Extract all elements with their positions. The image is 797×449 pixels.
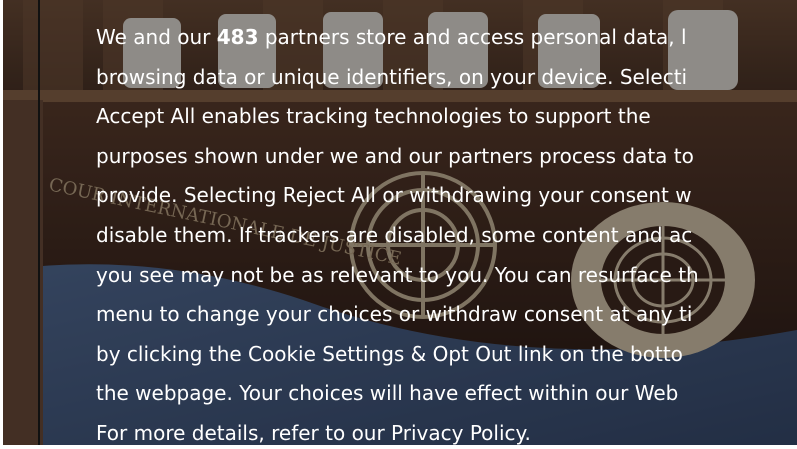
page: COUR INTERNATIONALE DE JUSTICE We and ou… xyxy=(0,0,797,449)
vertical-divider xyxy=(38,0,40,449)
consent-line-11-privacy[interactable]: For more details, refer to our Privacy P… xyxy=(96,414,797,449)
consent-line-3: Accept All enables tracking technologies… xyxy=(96,104,651,129)
consent-line-8: menu to change your choices or withdraw … xyxy=(96,302,693,327)
bottom-edge xyxy=(0,445,797,449)
consent-line-2: browsing data or unique identifiers, on … xyxy=(96,64,688,89)
consent-line-10: the webpage. Your choices will have effe… xyxy=(96,381,679,406)
consent-notice-text: We and our 483 partners store and access… xyxy=(96,18,797,449)
consent-line-9[interactable]: by clicking the Cookie Settings & Opt Ou… xyxy=(96,335,797,375)
consent-line-7: you see may not be as relevant to you. Y… xyxy=(96,262,699,287)
consent-line-5: provide. Selecting Reject All or withdra… xyxy=(96,183,692,208)
consent-line-4: purposes shown under we and our partners… xyxy=(96,143,694,168)
consent-line-6: disable them. If trackers are disabled, … xyxy=(96,222,693,247)
partner-count: 483 xyxy=(216,25,259,49)
line1-prefix: We and our xyxy=(96,25,217,49)
consent-line-1: We and our 483 partners store and access… xyxy=(96,18,797,58)
line1-suffix: partners store and access personal data,… xyxy=(258,25,687,49)
